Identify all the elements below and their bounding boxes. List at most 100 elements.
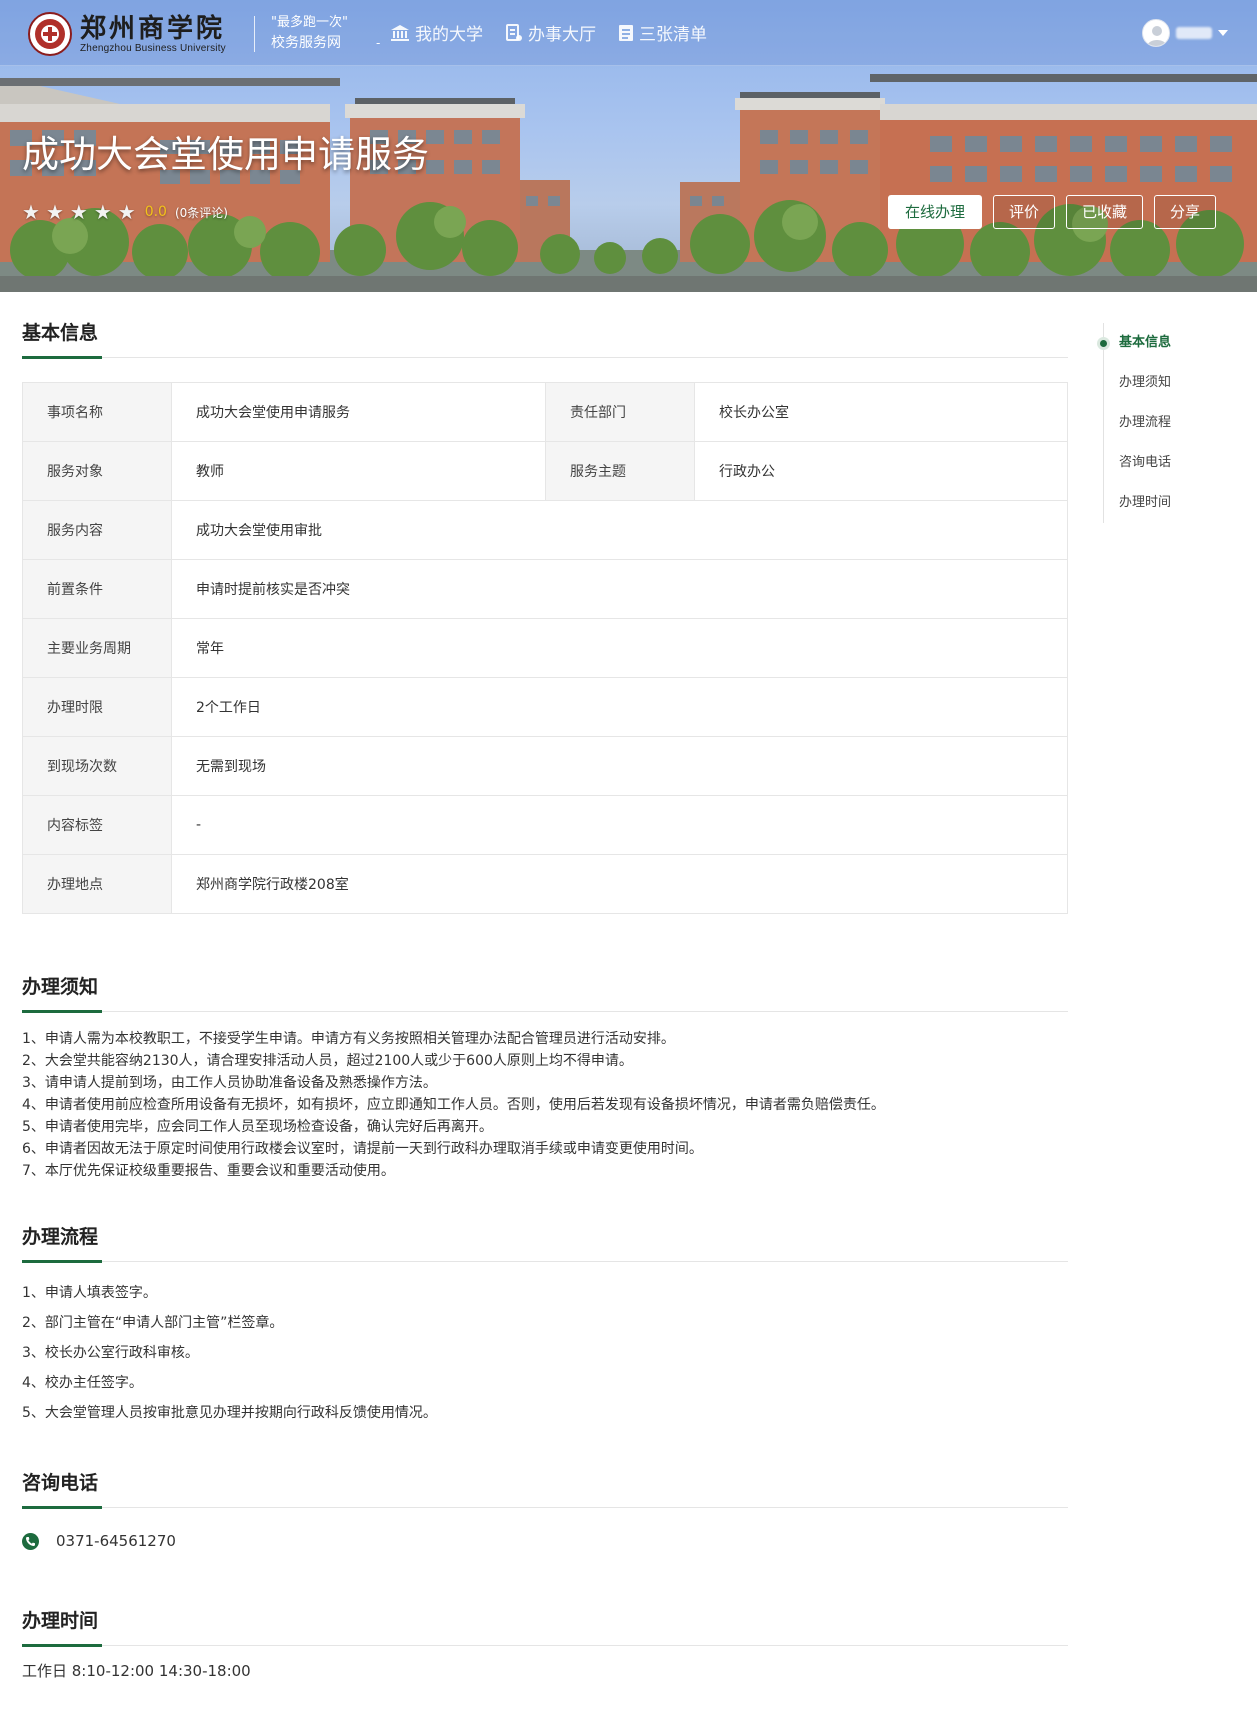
table-row: 前置条件 申请时提前核实是否冲突 <box>22 559 1068 619</box>
table-label: 责任部门 <box>545 382 695 442</box>
table-value: 郑州商学院行政楼208室 <box>171 854 1068 914</box>
contact-phone: 0371-64561270 <box>22 1532 1068 1550</box>
section-title: 办理须知 <box>22 972 1068 1013</box>
star-icon[interactable]: ★ <box>94 200 112 224</box>
section-title: 办理流程 <box>22 1222 1068 1263</box>
table-value: 无需到现场 <box>171 736 1068 796</box>
table-value: 成功大会堂使用审批 <box>171 500 1068 560</box>
slogan-line-2: 校务服务网 <box>271 35 341 51</box>
nav-service-hall[interactable]: 办事大厅 <box>505 20 596 45</box>
section-title: 咨询电话 <box>22 1468 1068 1509</box>
university-name: 郑州商学院 <box>80 13 226 44</box>
star-icon[interactable]: ★ <box>46 200 64 224</box>
table-label: 服务对象 <box>22 441 172 501</box>
list-icon <box>619 24 633 41</box>
list-item: 4、校办主任签字。 <box>22 1375 143 1391</box>
section-flow: 办理流程 1、申请人填表签字。 2、部门主管在“申请人部门主管”栏签章。 3、校… <box>22 1222 1068 1428</box>
table-label: 服务主题 <box>545 441 695 501</box>
review-count: (0条评论) <box>174 205 228 220</box>
anchor-contact[interactable]: 咨询电话 <box>1119 443 1171 483</box>
table-label: 办理地点 <box>22 854 172 914</box>
star-icon[interactable]: ★ <box>70 200 88 224</box>
anchor-flow[interactable]: 办理流程 <box>1119 403 1171 443</box>
table-row: 事项名称 成功大会堂使用申请服务 责任部门 校长办公室 <box>22 382 1068 442</box>
table-value: 行政办公 <box>694 441 1068 501</box>
list-item: 1、申请人填表签字。 <box>22 1285 157 1301</box>
online-apply-button[interactable]: 在线办理 <box>888 195 983 229</box>
list-item: 5、申请者使用完毕，应会同工作人员至现场检查设备，确认完好后再离开。 <box>22 1119 493 1135</box>
university-name-en: Zhengzhou Business University <box>80 42 226 54</box>
table-label: 内容标签 <box>22 795 172 855</box>
table-value: 常年 <box>171 618 1068 678</box>
nav-my-university[interactable]: 我的大学 <box>390 20 483 45</box>
avatar <box>1142 19 1170 47</box>
anchor-label: 基本信息 <box>1119 335 1172 350</box>
rating-score: 0.0 <box>144 204 167 220</box>
site-slogan: "最多跑一次" 校务服务网 <box>271 13 348 53</box>
table-row: 服务对象 教师 服务主题 行政办公 <box>22 441 1068 501</box>
list-item: 3、请申请人提前到场，由工作人员协助准备设备及熟悉操作方法。 <box>22 1075 437 1091</box>
anchor-hours[interactable]: 办理时间 <box>1119 483 1171 523</box>
table-row: 服务内容 成功大会堂使用审批 <box>22 500 1068 560</box>
user-avatar-icon <box>1147 26 1167 46</box>
list-item: 5、大会堂管理人员按审批意见办理并按期向行政科反馈使用情况。 <box>22 1405 437 1421</box>
list-item: 7、本厅优先保证校级重要报告、重要会议和重要活动使用。 <box>22 1163 395 1179</box>
section-title: 基本信息 <box>22 318 1068 359</box>
anchor-notice[interactable]: 办理须知 <box>1119 363 1171 403</box>
section-anchor-nav: 基本信息 办理须知 办理流程 咨询电话 办理时间 <box>1100 323 1172 523</box>
phone-number[interactable]: 0371-64561270 <box>56 1532 176 1550</box>
table-value: 申请时提前核实是否冲突 <box>171 559 1068 619</box>
list-item: 6、申请者因故无法于原定时间使用行政楼会议室时，请提前一天到行政科办理取消手续或… <box>22 1141 703 1157</box>
section-hours: 办理时间 工作日 8:10-12:00 14:30-18:00 <box>22 1606 1068 1681</box>
user-menu[interactable] <box>1142 19 1228 47</box>
favorite-button[interactable]: 已收藏 <box>1066 195 1144 229</box>
university-logo[interactable]: 郑州商学院 Zhengzhou Business University <box>28 12 226 56</box>
university-icon <box>391 24 409 41</box>
section-title: 办理时间 <box>22 1606 1068 1647</box>
table-row: 内容标签 - <box>22 795 1068 855</box>
list-item: 4、申请者使用前应检查所用设备有无损坏，如有损坏，应立即通知工作人员。否则，使用… <box>22 1097 885 1113</box>
flow-list: 1、申请人填表签字。 2、部门主管在“申请人部门主管”栏签章。 3、校长办公室行… <box>22 1278 1068 1428</box>
list-item: 2、部门主管在“申请人部门主管”栏签章。 <box>22 1315 284 1331</box>
service-hall-icon <box>506 23 522 41</box>
anchor-basic-info[interactable]: 基本信息 <box>1100 323 1172 363</box>
table-value: 成功大会堂使用申请服务 <box>171 382 546 442</box>
rating: ★ ★ ★ ★ ★ 0.0 (0条评论) <box>22 200 228 224</box>
rate-button[interactable]: 评价 <box>993 195 1056 229</box>
table-label: 事项名称 <box>22 382 172 442</box>
section-contact: 咨询电话 0371-64561270 <box>22 1468 1068 1550</box>
table-label: 主要业务周期 <box>22 618 172 678</box>
phone-icon <box>22 1532 39 1550</box>
header-divider <box>254 16 255 52</box>
list-item: 1、申请人需为本校教职工，不接受学生申请。申请方有义务按照相关管理办法配合管理员… <box>22 1031 675 1047</box>
share-button[interactable]: 分享 <box>1154 195 1217 229</box>
notice-list: 1、申请人需为本校教职工，不接受学生申请。申请方有义务按照相关管理办法配合管理员… <box>22 1028 1068 1182</box>
header-dash: - <box>376 36 381 50</box>
star-icon[interactable]: ★ <box>118 200 136 224</box>
table-row: 主要业务周期 常年 <box>22 618 1068 678</box>
nav-label: 办事大厅 <box>528 25 596 45</box>
nav-label: 我的大学 <box>415 25 483 45</box>
table-value: 校长办公室 <box>694 382 1068 442</box>
list-item: 3、校长办公室行政科审核。 <box>22 1345 199 1361</box>
university-seal-icon <box>28 12 72 56</box>
table-row: 办理时限 2个工作日 <box>22 677 1068 737</box>
table-value: 2个工作日 <box>171 677 1068 737</box>
action-buttons: 在线办理 评价 已收藏 分享 <box>888 195 1227 229</box>
table-row: 到现场次数 无需到现场 <box>22 736 1068 796</box>
section-basic-info: 基本信息 事项名称 成功大会堂使用申请服务 责任部门 校长办公室 服务对象 教师… <box>22 318 1068 914</box>
table-label: 服务内容 <box>22 500 172 560</box>
basic-info-table: 事项名称 成功大会堂使用申请服务 责任部门 校长办公室 服务对象 教师 服务主题… <box>22 382 1068 914</box>
table-label: 前置条件 <box>22 559 172 619</box>
username-blurred <box>1176 27 1212 39</box>
page-title: 成功大会堂使用申请服务 <box>22 133 429 176</box>
slogan-line-1: "最多跑一次" <box>271 15 348 30</box>
main-nav: 我的大学 办事大厅 三张清单 <box>390 20 729 45</box>
nav-three-lists[interactable]: 三张清单 <box>618 20 707 45</box>
star-icon[interactable]: ★ <box>22 200 40 224</box>
table-value: - <box>171 795 1068 855</box>
table-value: 教师 <box>171 441 546 501</box>
office-hours: 工作日 8:10-12:00 14:30-18:00 <box>22 1662 251 1680</box>
section-notice: 办理须知 1、申请人需为本校教职工，不接受学生申请。申请方有义务按照相关管理办法… <box>22 972 1068 1182</box>
active-indicator <box>1100 340 1107 347</box>
